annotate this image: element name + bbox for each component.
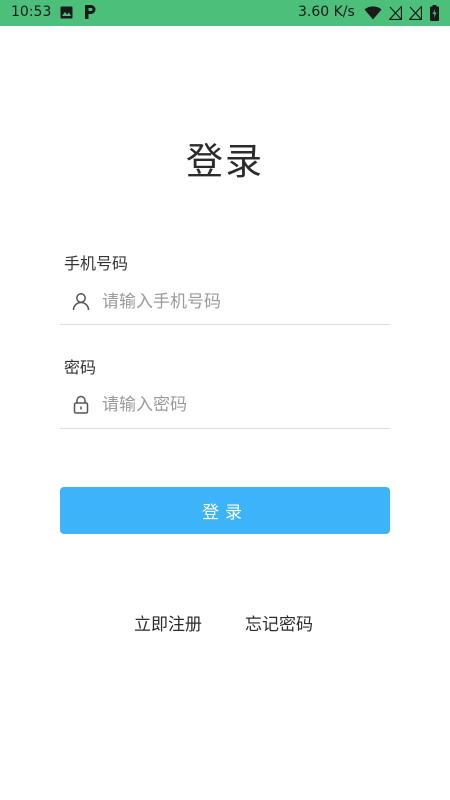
status-time: 10:53 bbox=[11, 4, 52, 20]
user-icon bbox=[72, 293, 90, 311]
login-button[interactable]: 登录 bbox=[60, 487, 390, 534]
battery-charging-icon bbox=[430, 5, 439, 21]
phone-input[interactable] bbox=[102, 288, 382, 316]
phone-input-row[interactable] bbox=[60, 284, 390, 325]
phone-label: 手机号码 bbox=[64, 254, 129, 273]
image-icon bbox=[60, 6, 73, 19]
password-input[interactable] bbox=[102, 391, 382, 419]
page-title: 登录 bbox=[186, 140, 264, 183]
p-app-icon bbox=[85, 5, 96, 19]
sim-no-signal-icon bbox=[389, 6, 402, 20]
password-label: 密码 bbox=[64, 358, 97, 377]
network-speed: 3.60 K/s bbox=[298, 4, 355, 20]
status-bar: 10:53 3.60 K/s bbox=[0, 0, 450, 26]
register-link[interactable]: 立即注册 bbox=[134, 610, 202, 635]
forgot-password-link[interactable]: 忘记密码 bbox=[245, 610, 313, 635]
password-input-row[interactable] bbox=[60, 387, 390, 429]
lock-icon bbox=[73, 395, 89, 414]
wifi-icon bbox=[364, 6, 382, 20]
sim-no-signal-icon bbox=[409, 6, 422, 20]
